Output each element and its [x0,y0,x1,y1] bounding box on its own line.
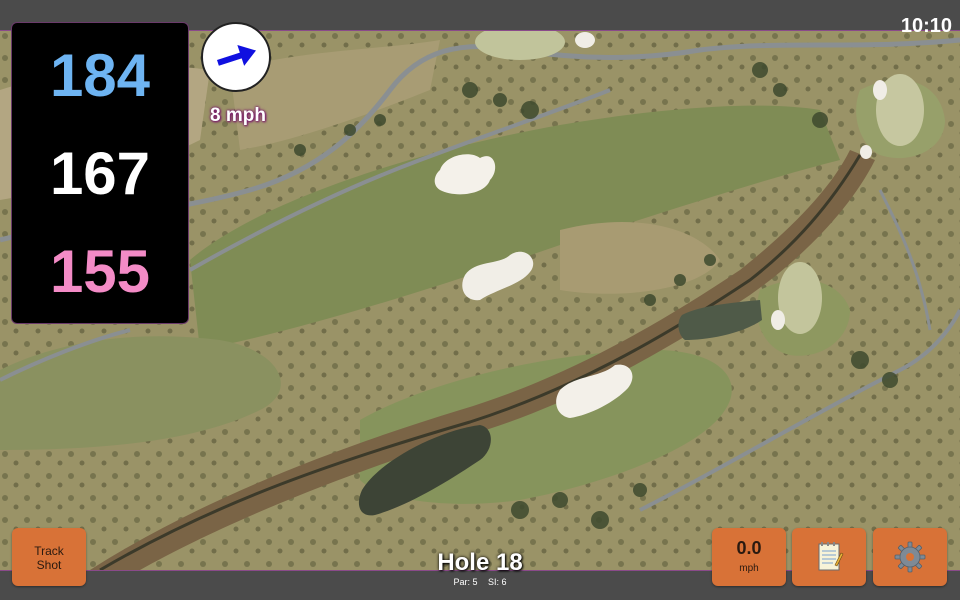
back-distance: 184 [49,42,151,109]
wind-compass [201,22,271,92]
hole-title: Hole 18 [437,549,523,576]
track-shot-button[interactable]: Track Shot [12,528,86,586]
clock: 10:10 [900,15,952,37]
arrow-icon [217,44,256,66]
speed-value: 0.0 [736,538,762,558]
track-shot-label-line1: Track [34,544,64,558]
settings-button[interactable] [873,528,947,586]
gps-screen: 10:10 184 167 155 8 mph Track Shot Hole … [0,0,960,600]
front-distance: 155 [49,238,151,305]
hole-par: Par: 5 [453,577,478,587]
distance-panel: 184 167 155 [11,22,189,324]
hole-stroke-index: SI: 6 [488,577,507,587]
hole-info: Par: 5 SI: 6 [400,577,560,588]
gear-icon [894,541,926,573]
wind-speed-label: 8 mph [210,105,266,126]
speed-button[interactable]: 0.0 mph [712,528,786,586]
notepad-icon [818,542,844,571]
track-shot-label-line2: Shot [36,558,62,572]
speed-unit: mph [739,563,759,574]
middle-distance: 167 [49,140,151,207]
notes-button[interactable] [792,528,866,586]
